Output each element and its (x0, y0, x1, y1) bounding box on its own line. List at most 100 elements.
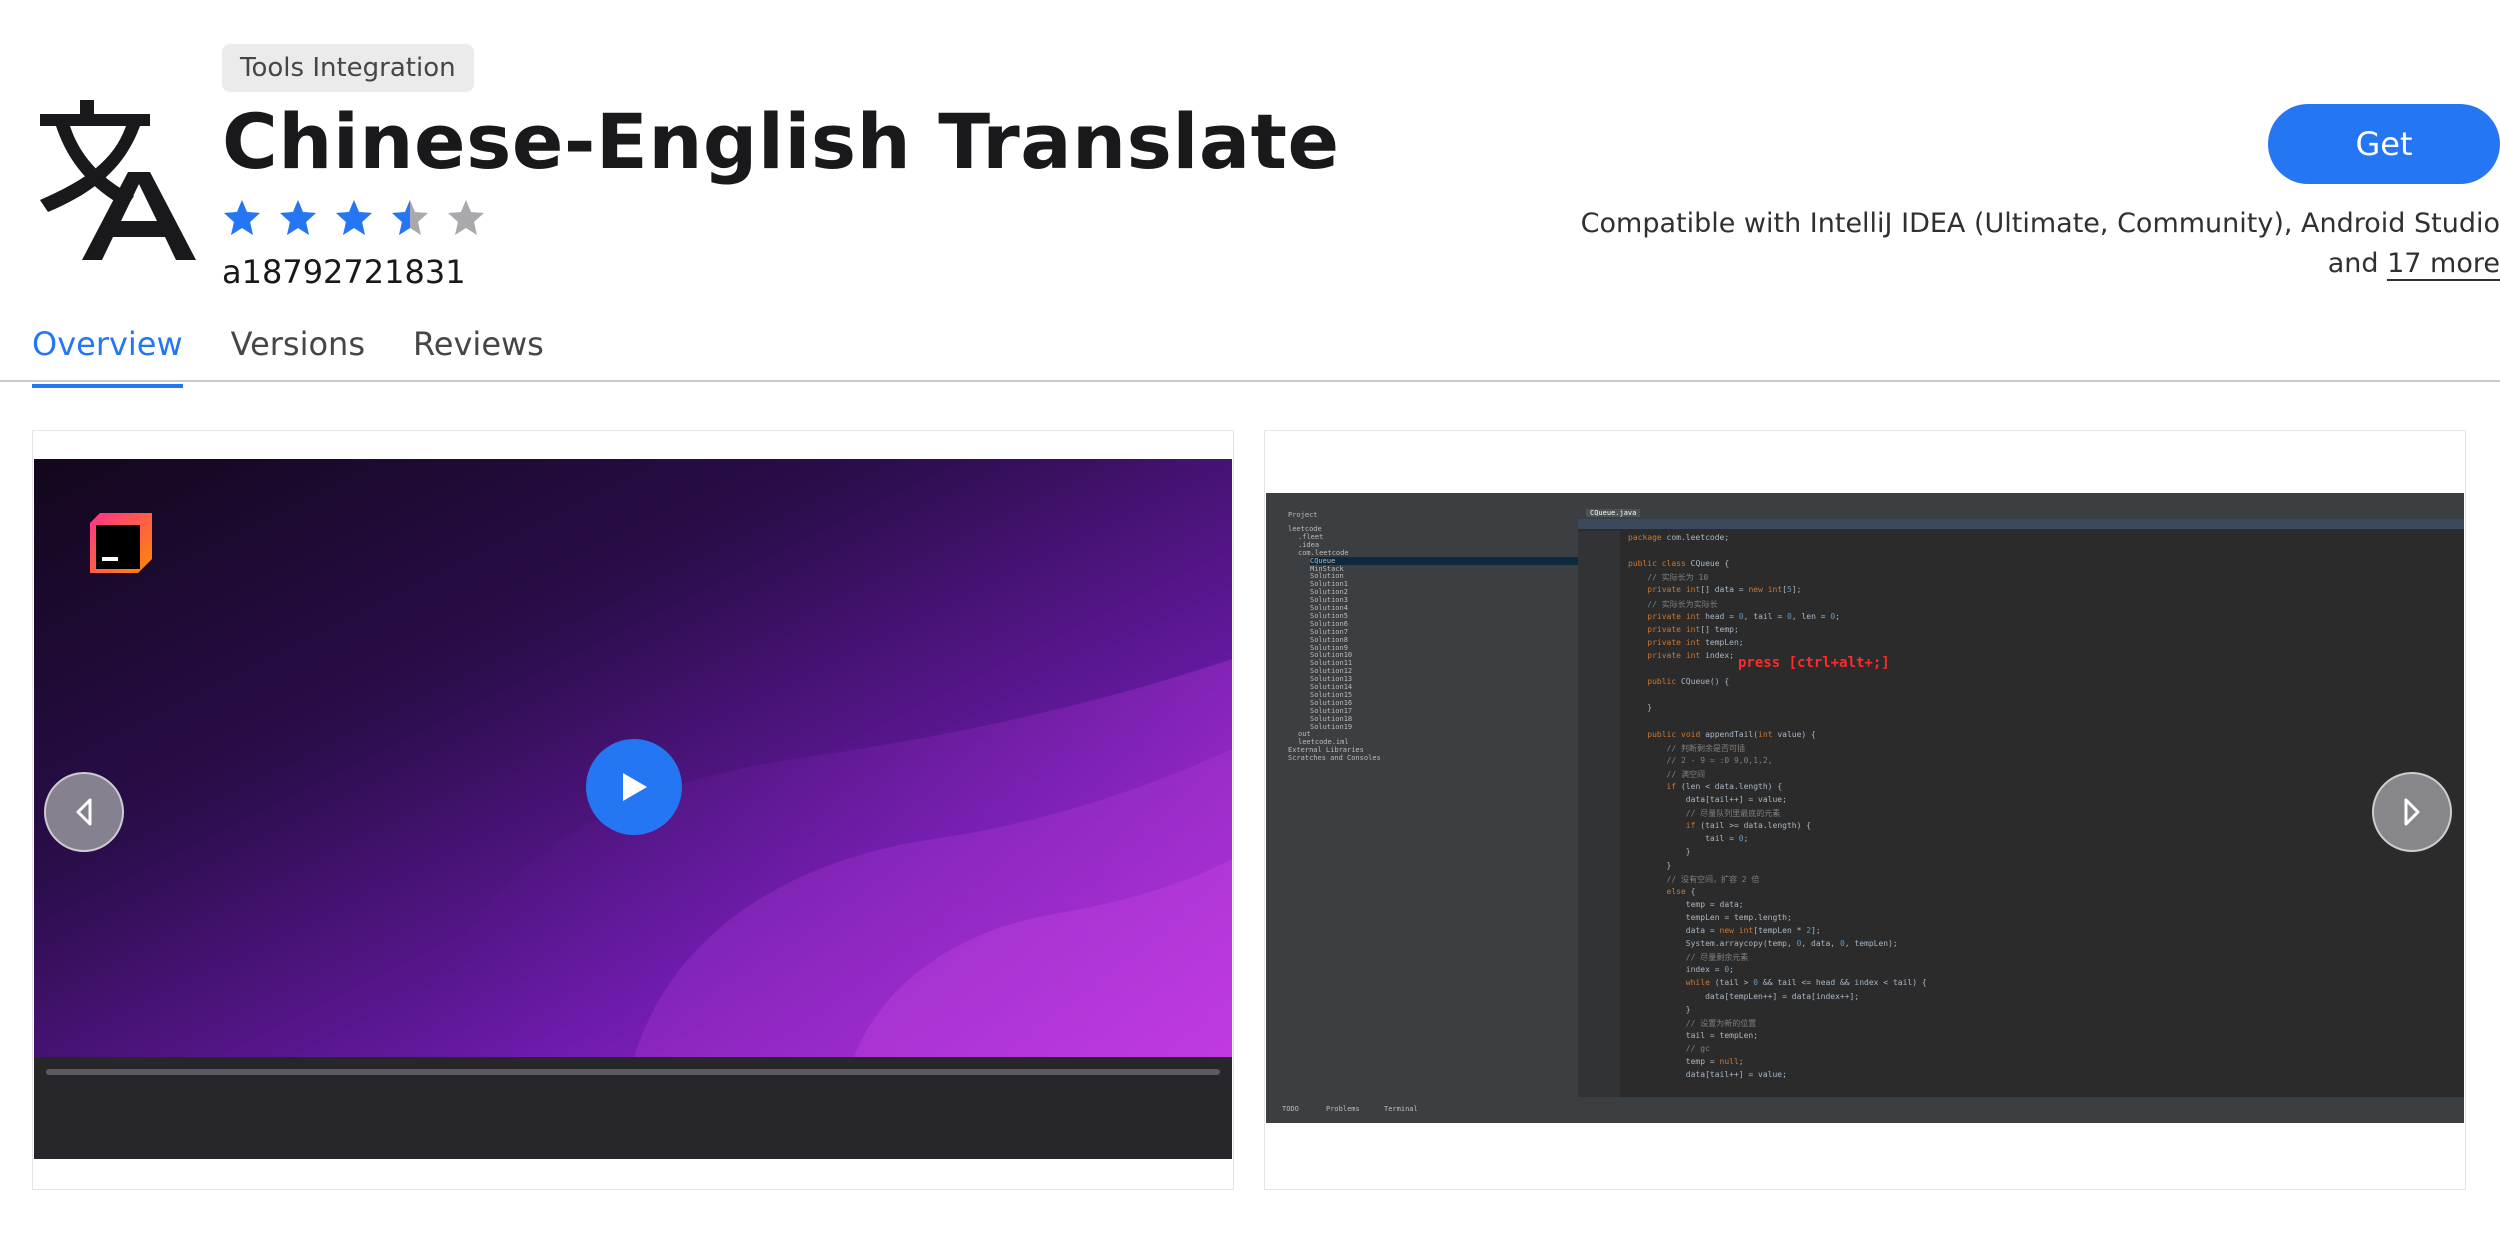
gallery-prev-button[interactable] (44, 772, 124, 852)
ide-code-line: // 没有空间，扩容 2 倍 (1628, 874, 1760, 884)
ide-code-line: // 实际长为 10 (1628, 573, 1709, 583)
ide-code-line: data[tempLen++] = data[index++]; (1628, 991, 1860, 1001)
tab-overview[interactable]: Overview (32, 320, 183, 388)
ide-bottom-bar: TODO Problems Terminal (1266, 1097, 2464, 1123)
ide-project-tree: Project leetcode .fleet .idea com.leetcode C… (1278, 507, 1578, 1097)
more-products-link[interactable]: 17 more (2387, 248, 2500, 281)
tab-reviews[interactable]: Reviews (413, 320, 544, 388)
ide-code-line: if (tail >= data.length) { (1685, 821, 1812, 831)
ide-code-line: temp = null; (1628, 1057, 1744, 1066)
ide-code-line: while (tail > 0 && tail <= head && index… (1685, 978, 1927, 988)
ide-code-line: package com.leetcode; (1628, 533, 1730, 542)
compatibility-and: and (2327, 248, 2379, 279)
ide-tree-item: Solution16 (1310, 698, 1353, 707)
chevron-right-icon (2404, 798, 2420, 826)
ide-code-line: // 设置为新的位置 (1628, 1018, 1757, 1028)
tabs-divider (0, 380, 2500, 382)
ide-project-label: Project (1288, 511, 1318, 519)
plugin-logo-translate-icon (30, 96, 200, 266)
ide-tree-item: Solution15 (1310, 690, 1353, 699)
tab-versions[interactable]: Versions (231, 320, 365, 388)
chevron-left-icon (76, 798, 92, 826)
ide-tree-item: leetcode.iml (1298, 738, 1349, 747)
ide-code-line: tempLen = temp.length; (1628, 912, 1792, 922)
gallery-video-card (32, 430, 1234, 1190)
ide-tree-item: Solution12 (1310, 667, 1353, 676)
ide-tree-item: Solution3 (1310, 596, 1348, 605)
ide-code-line: private int[] temp; (1647, 624, 1739, 634)
compatibility-more: and 17 more (2328, 244, 2500, 284)
play-icon (623, 773, 647, 801)
ide-file-tab: CQueue.java (1586, 509, 1641, 517)
ide-code-line: } (1628, 847, 1691, 857)
video-controls (34, 1057, 1232, 1159)
ide-toolbar (1266, 493, 2464, 507)
ide-tree-item: leetcode (1288, 525, 1322, 533)
ide-tree-item: MinStack (1310, 564, 1344, 573)
ide-tree-item: Solution13 (1310, 675, 1353, 684)
category-badge[interactable]: Tools Integration (222, 44, 474, 92)
vendor-name[interactable]: a18792721831 (222, 252, 466, 292)
ide-tree-item: Solution17 (1310, 706, 1353, 715)
ide-code-line: public CQueue() { (1647, 677, 1730, 687)
ide-code-line: tail = 0; (1628, 834, 1749, 844)
ide-code-line: } (1628, 860, 1672, 870)
ide-tree-item: out (1298, 730, 1311, 739)
compatibility-text: Compatible with IntelliJ IDEA (Ultimate,… (1580, 208, 2500, 239)
ide-code-line: private int head = 0, tail = 0, len = 0; (1647, 611, 1840, 621)
ide-tree-item: Solution (1310, 572, 1344, 581)
ide-tree-item: Solution5 (1310, 611, 1348, 620)
play-button[interactable] (586, 739, 682, 835)
ide-tree-item: Solution14 (1310, 683, 1353, 691)
ide-tree-item: Solution18 (1310, 714, 1353, 723)
ide-code-line: // 实际长为实际长 (1628, 599, 1718, 609)
ide-tree-item: Solution6 (1310, 619, 1348, 628)
ide-code-line: // gc (1628, 1043, 1710, 1053)
jetbrains-logo-icon (86, 509, 156, 579)
ide-tree-item: Solution19 (1310, 722, 1353, 731)
ide-code-line: public class CQueue { (1628, 559, 1730, 569)
star-icon (446, 196, 502, 240)
gallery-next-button[interactable] (2372, 772, 2452, 852)
star-icon (278, 196, 334, 240)
ide-screenshot[interactable]: Project leetcode .fleet .idea com.leetcode C… (1266, 493, 2464, 1123)
ide-tree-item: External Libraries (1288, 746, 1364, 755)
ide-code-line: // 尽量剩余元素 (1628, 953, 1749, 963)
ide-tree-item: .fleet (1298, 532, 1324, 541)
ide-bottom-tab-terminal: Terminal (1384, 1105, 1418, 1113)
ide-tree-item: com.leetcode (1298, 548, 1349, 557)
ide-code-line: // 尽量队列里最底的元素 (1628, 809, 1781, 819)
ide-editor: CQueue.java press [ctrl+alt+;] package c… (1578, 507, 2464, 1097)
ide-code-line: // 满空间 (1628, 769, 1705, 779)
ide-code-line: private int tempLen; (1647, 637, 1744, 647)
ide-code-line: } (1628, 703, 1653, 713)
ide-tree-item: Solution7 (1310, 627, 1348, 636)
ide-code-line: data[tail++] = value; (1628, 795, 1787, 804)
ide-code-line: if (len < data.length) { (1666, 781, 1783, 791)
rating-stars (222, 196, 502, 240)
ide-tree-item: Solution4 (1310, 604, 1348, 612)
page-tabs: Overview Versions Reviews (32, 320, 592, 388)
ide-code-line: System.arraycopy(temp, 0, data, 0, tempL… (1628, 939, 1898, 949)
ide-code-line: } (1628, 1004, 1691, 1014)
star-icon (390, 196, 446, 240)
ide-code-line: // 判断剩余是否可插 (1628, 743, 1745, 753)
star-icon (334, 196, 390, 240)
ide-tree-item: CQueue (1310, 556, 1578, 565)
video-thumbnail[interactable] (34, 459, 1232, 1057)
ide-tree-item: Solution8 (1310, 635, 1348, 644)
ide-code-line: temp = data; (1628, 899, 1744, 909)
get-button[interactable]: Get (2268, 104, 2500, 184)
ide-code-line: index = 0; (1628, 965, 1734, 975)
ide-tree-item: Solution2 (1310, 588, 1348, 597)
ide-code-line: // 2 - 9 = :0 9,0,1,2, (1628, 755, 1773, 765)
ide-tree-item: Solution11 (1310, 659, 1353, 668)
ide-code-line: private int index; (1647, 650, 1734, 660)
ide-tree-item: Solution9 (1310, 643, 1348, 652)
ide-bottom-tab-problems: Problems (1326, 1105, 1360, 1113)
plugin-title: Chinese-English Translate (222, 97, 1340, 186)
ide-code-line: data = new int[tempLen * 2]; (1628, 926, 1821, 935)
ide-code-line: public void appendTail(int value) { (1647, 729, 1816, 739)
video-progress-bar[interactable] (46, 1069, 1220, 1075)
ide-gutter (1578, 531, 1620, 1097)
